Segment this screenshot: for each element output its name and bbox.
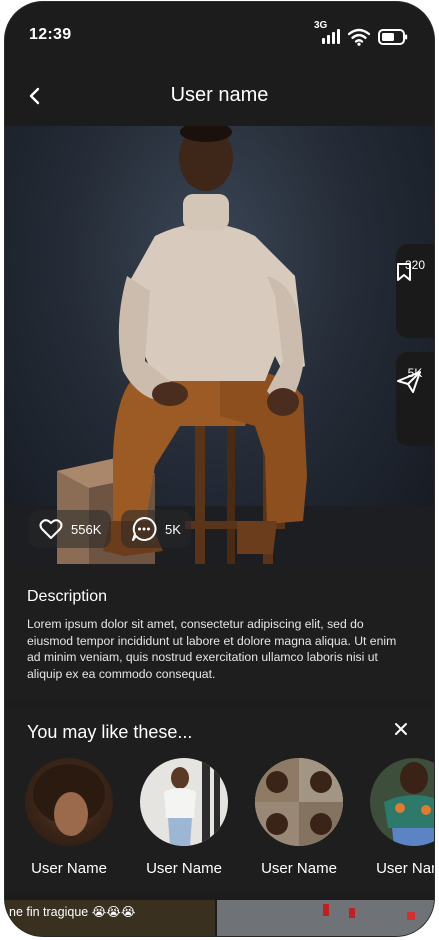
bookmark-icon <box>397 263 411 281</box>
avatar <box>370 758 434 846</box>
suggested-user-name: User Name <box>261 860 337 877</box>
signal-icon: 3G <box>314 20 340 46</box>
description-section: Description Lorem ipsum dolor sit amet, … <box>5 564 434 700</box>
suggested-user-name: User Name <box>31 860 107 877</box>
like-button[interactable]: 556K <box>29 510 112 548</box>
status-icons: 3G <box>314 16 408 46</box>
status-time: 12:39 <box>29 26 72 43</box>
suggested-user-name: User Name <box>146 860 222 877</box>
suggested-user[interactable]: User Name <box>370 758 434 877</box>
suggested-user[interactable]: User Name <box>140 758 228 877</box>
comment-icon <box>132 516 157 541</box>
comment-button[interactable]: 5K <box>121 510 191 548</box>
like-count: 556K <box>71 521 102 537</box>
suggestions-list: User Name User Name User Name User Na <box>25 758 434 877</box>
feed-preview-thumb[interactable]: ne fin tragique 😭😭😭 <box>5 900 215 936</box>
close-icon[interactable] <box>392 720 410 738</box>
save-button[interactable]: 320 <box>396 244 434 338</box>
comment-count: 5K <box>165 521 181 537</box>
description-title: Description <box>27 588 108 605</box>
post-image[interactable]: 320 5K <box>5 126 434 564</box>
status-bar: 12:39 3G <box>5 2 434 62</box>
avatar <box>140 758 228 846</box>
heart-icon <box>39 519 63 539</box>
feed-preview[interactable]: ne fin tragique 😭😭😭 <box>5 900 434 936</box>
feed-preview-caption: ne fin tragique 😭😭😭 <box>9 905 136 919</box>
wifi-icon <box>348 28 370 46</box>
page-title: User name <box>170 84 269 106</box>
suggestions-title: You may like these... <box>27 722 193 742</box>
feed-preview-thumb[interactable] <box>217 900 434 936</box>
battery-icon <box>378 29 408 45</box>
suggested-user-name: User Name <box>376 860 434 877</box>
header: User name <box>5 74 434 118</box>
phone-screen: 12:39 3G User name 320 5K 556K 5K Descri… <box>5 2 434 936</box>
share-button[interactable]: 5K <box>396 352 434 446</box>
avatar <box>255 758 343 846</box>
suggested-user[interactable]: User Name <box>25 758 113 877</box>
suggested-user[interactable]: User Name <box>255 758 343 877</box>
description-body: Lorem ipsum dolor sit amet, consectetur … <box>27 617 397 681</box>
avatar <box>25 758 113 846</box>
suggestions-section: You may like these... User Name User Nam… <box>5 708 434 892</box>
send-icon <box>397 371 421 393</box>
